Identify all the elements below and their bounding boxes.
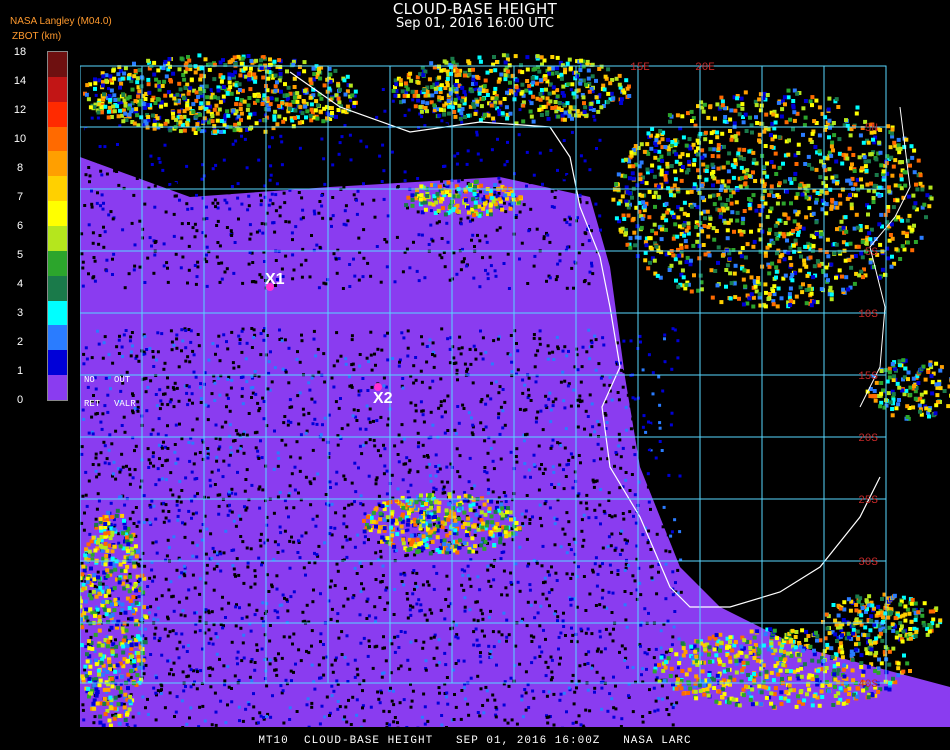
- colorbar-segment: [48, 151, 67, 177]
- marker-label-x2: X2: [373, 390, 393, 407]
- colorbar-segment: [48, 226, 67, 252]
- colorbar-tick-label: 2: [16, 336, 24, 348]
- colorbar-tick-label: 4: [16, 278, 24, 290]
- colorbar: [47, 51, 68, 401]
- map-canvas: 5N 5S 10S 15S 20S 25S 30S 40S 15E 20E X1 X2: [80, 47, 950, 727]
- lon-label: 15E: [630, 62, 650, 74]
- colorbar-segment: [48, 126, 67, 152]
- lat-label: 40S: [858, 679, 878, 691]
- colorbar-segment: [48, 375, 67, 401]
- footer-caption: MT10 CLOUD-BASE HEIGHT SEP 01, 2016 16:0…: [258, 735, 692, 747]
- lat-label: 20S: [858, 433, 878, 445]
- colorbar-segment: [48, 76, 67, 103]
- colorbar-tick-label: 10: [13, 133, 27, 145]
- colorbar-tick-label: 12: [13, 104, 27, 116]
- colorbar-tick-label: 14: [13, 75, 27, 87]
- colorbar-tick-label: 3: [16, 307, 24, 319]
- legend-note-out: OUT: [114, 375, 131, 385]
- satellite-map[interactable]: 5N 5S 10S 15S 20S 25S 30S 40S 15E 20E X1 X2: [80, 47, 950, 727]
- colorbar-segment: [48, 275, 67, 302]
- lon-label: 20E: [695, 62, 715, 74]
- colorbar-tick-label: 1: [16, 365, 24, 377]
- colorbar-tick-label: 6: [16, 220, 24, 232]
- colorbar-segment: [48, 101, 67, 128]
- colorbar-tick-label: 5: [16, 249, 24, 261]
- colorbar-segment: [48, 52, 67, 78]
- legend-note-ret: RET: [84, 399, 101, 409]
- lat-label: 10S: [858, 309, 878, 321]
- colorbar-segment: [48, 176, 67, 202]
- units-label: ZBOT (km): [12, 31, 62, 42]
- marker-label-x1: X1: [265, 271, 285, 288]
- colorbar-segment: [48, 325, 67, 351]
- page-title: CLOUD-BASE HEIGHT: [392, 0, 558, 18]
- colorbar-segment: [48, 250, 67, 277]
- colorbar-tick-label: 0: [16, 394, 24, 406]
- legend-note-no: NO: [84, 375, 95, 385]
- colorbar-segment: [48, 350, 67, 376]
- producer-label: NASA Langley (M04.0): [10, 16, 112, 27]
- colorbar-tick-label: 8: [16, 162, 24, 174]
- colorbar-segment: [48, 201, 67, 227]
- colorbar-tick-label: 7: [16, 191, 24, 203]
- colorbar-segment: [48, 300, 67, 326]
- lat-label: 15S: [858, 371, 878, 383]
- colorbar-tick-label: 18: [13, 46, 27, 58]
- lat-label: 30S: [858, 557, 878, 569]
- legend-note-valr: VALR: [114, 399, 136, 409]
- page-subtitle: Sep 01, 2016 16:00 UTC: [395, 16, 555, 31]
- lat-label: 25S: [858, 495, 878, 507]
- lat-label: 5S: [865, 247, 879, 259]
- lat-label: 5N: [865, 123, 878, 135]
